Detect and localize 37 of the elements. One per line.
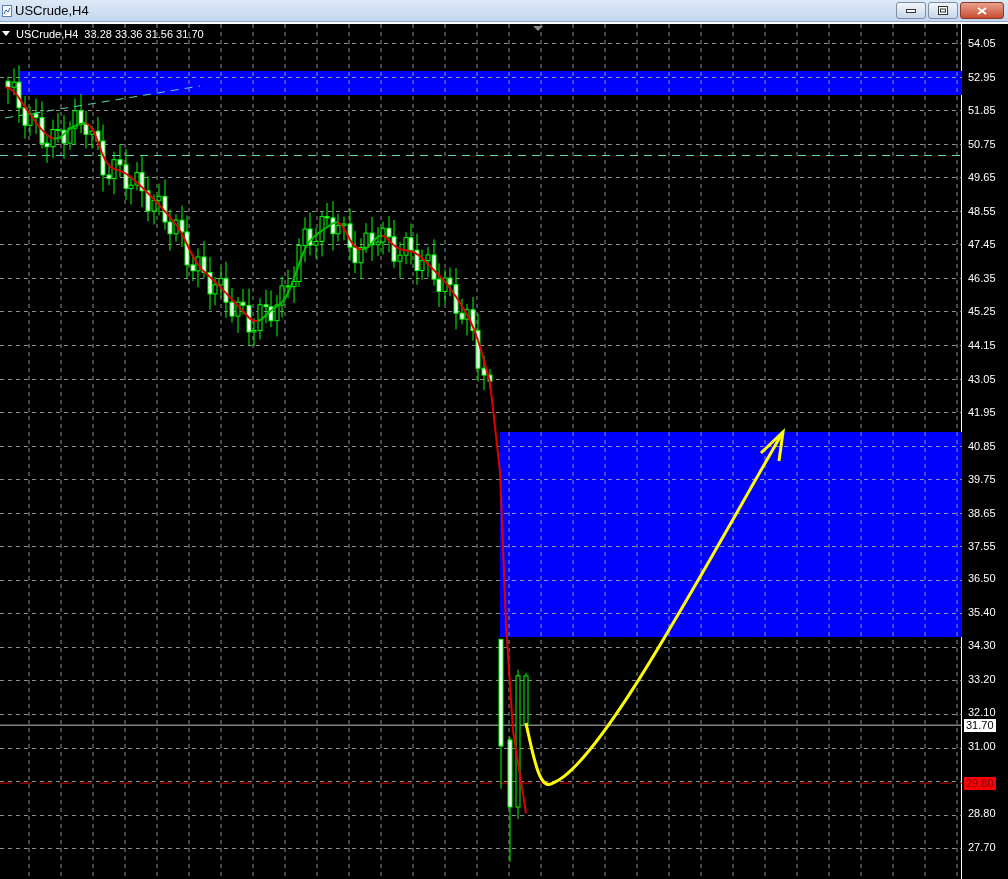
window-title: USCrude,H4 [15, 1, 89, 20]
maximize-button[interactable] [928, 2, 958, 19]
price-axis-label: 40.85 [968, 439, 996, 452]
price-marker: 31.70 [964, 718, 996, 732]
price-axis-label: 43.05 [968, 372, 996, 385]
price-axis-label: 34.30 [968, 639, 996, 652]
restore-icon [938, 6, 948, 15]
price-axis-label: 46.35 [968, 271, 996, 284]
price-axis-label: 36.50 [968, 572, 996, 585]
price-axis-label: 35.40 [968, 605, 996, 618]
price-axis-label: 37.55 [968, 540, 996, 553]
minimize-button[interactable] [896, 2, 926, 19]
chart-symbol: USCrude,H4 [16, 27, 79, 42]
price-marker: 29.80 [964, 776, 996, 790]
ohlc-values: 33.28 33.36 31.56 31.70 [84, 27, 204, 42]
chart-window-icon [2, 4, 12, 17]
price-axis-label: 54.05 [968, 37, 996, 49]
close-icon [977, 6, 987, 15]
minimize-icon [906, 8, 916, 13]
price-axis-label: 33.20 [968, 672, 996, 685]
price-axis-label: 44.15 [968, 338, 996, 351]
price-axis-label: 48.55 [968, 204, 996, 217]
dropdown-triangle-icon[interactable] [2, 31, 10, 38]
price-axis-label: 45.25 [968, 305, 996, 318]
price-axis-label: 27.70 [968, 840, 996, 853]
price-axis-label: 51.85 [968, 104, 996, 117]
price-axis-label: 50.75 [968, 137, 996, 150]
price-axis-label: 52.95 [968, 70, 996, 83]
price-axis-label: 39.75 [968, 473, 996, 486]
close-button[interactable] [960, 2, 1004, 19]
price-axis-label: 47.45 [968, 238, 996, 251]
price-axis-label: 31.00 [968, 740, 996, 752]
price-axis-label: 49.65 [968, 171, 996, 184]
price-axis-label: 32.10 [968, 706, 996, 719]
price-axis-label: 28.80 [968, 807, 996, 820]
price-axis-label: 38.65 [968, 506, 996, 519]
price-axis-label: 41.95 [968, 406, 996, 419]
